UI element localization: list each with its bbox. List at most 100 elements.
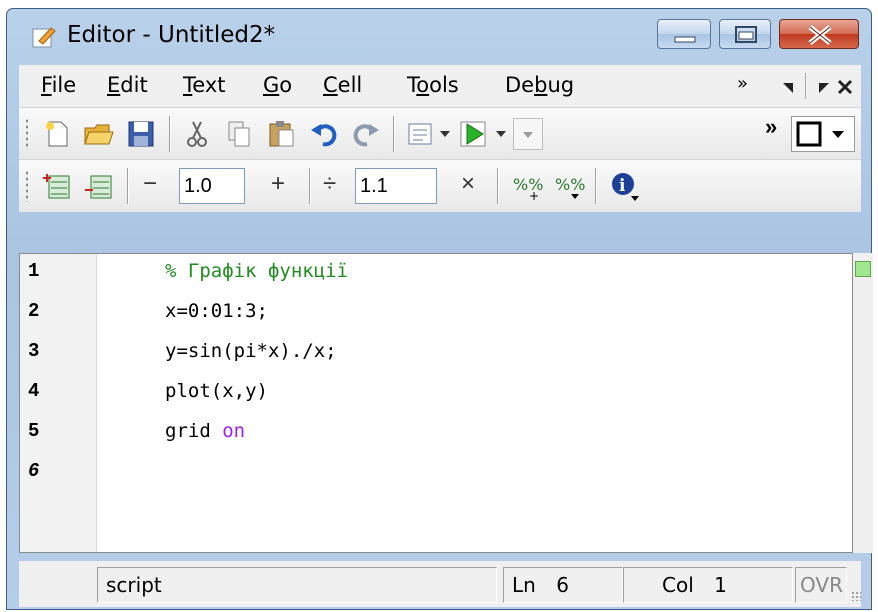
status-overwrite-mode: OVR bbox=[795, 567, 847, 603]
multiply-button[interactable]: × bbox=[461, 170, 475, 198]
status-column: Col 1 bbox=[623, 567, 793, 603]
line-number: 4 bbox=[28, 380, 40, 402]
decrement-value-field[interactable]: 1.0 bbox=[179, 168, 245, 204]
status-column-value: 1 bbox=[714, 573, 727, 597]
menu-edit[interactable]: Edit bbox=[107, 73, 148, 97]
status-line-value: 6 bbox=[556, 573, 569, 597]
close-button[interactable] bbox=[779, 19, 859, 49]
status-line-label: Ln bbox=[512, 573, 536, 597]
menu-debug[interactable]: Debug bbox=[505, 73, 574, 97]
toolbar-separator bbox=[497, 168, 498, 204]
open-folder-icon[interactable] bbox=[83, 118, 115, 150]
toolbar-separator bbox=[127, 168, 128, 204]
toolbar-overflow-button[interactable]: » bbox=[765, 114, 777, 140]
menu-file-label: ile bbox=[51, 73, 77, 97]
code-line[interactable]: grid on bbox=[165, 420, 245, 442]
line-number: 5 bbox=[28, 420, 40, 442]
menu-cell-mnemonic: C bbox=[323, 73, 338, 97]
menu-cell[interactable]: Cell bbox=[323, 73, 362, 97]
editor-doc-icon bbox=[32, 27, 56, 48]
decrement-percent-icon[interactable]: %% bbox=[553, 170, 585, 202]
status-column-label: Col bbox=[662, 573, 694, 597]
toolbar-grip[interactable] bbox=[25, 118, 29, 150]
toolbar-separator bbox=[309, 168, 310, 204]
save-icon[interactable] bbox=[125, 118, 157, 150]
menu-overflow-button[interactable]: » bbox=[737, 73, 748, 94]
status-bar: script Ln 6 Col 1 OVR bbox=[19, 561, 861, 607]
menu-text-mnemonic: T bbox=[183, 73, 193, 97]
dock-layout-dropdown[interactable] bbox=[791, 116, 855, 152]
code-line[interactable]: plot(x,y) bbox=[165, 380, 268, 402]
menu-separator bbox=[805, 73, 806, 99]
main-toolbar: » bbox=[19, 107, 861, 160]
line-number: 3 bbox=[28, 340, 40, 362]
menu-file[interactable]: File bbox=[41, 73, 76, 97]
increment-button[interactable]: + bbox=[271, 170, 285, 198]
code-keyword: on bbox=[222, 420, 246, 442]
toolbar-grip[interactable] bbox=[25, 170, 29, 202]
menu-debug-label-a: De bbox=[505, 73, 535, 97]
line-number: 6 bbox=[28, 460, 40, 482]
run-icon[interactable] bbox=[457, 118, 489, 150]
comment-icon[interactable] bbox=[405, 118, 437, 150]
code-analyzer-status-indicator[interactable] bbox=[855, 261, 871, 277]
menu-file-mnemonic: F bbox=[41, 73, 52, 97]
menu-tools-label-b: ols bbox=[429, 73, 459, 97]
code-line[interactable]: x=0:01:3; bbox=[165, 300, 268, 322]
paste-icon[interactable] bbox=[265, 118, 297, 150]
window-title: Editor - Untitled2* bbox=[67, 22, 276, 48]
title-bar[interactable]: Editor - Untitled2* bbox=[7, 9, 871, 63]
insert-cell-above-icon[interactable] bbox=[41, 170, 73, 202]
divide-value-field[interactable]: 1.1 bbox=[355, 168, 437, 204]
svg-text:+: + bbox=[529, 189, 539, 202]
toolbar-separator bbox=[169, 116, 170, 152]
toolbar-separator bbox=[595, 168, 596, 204]
info-icon[interactable]: i bbox=[609, 170, 641, 202]
new-file-icon[interactable] bbox=[41, 118, 73, 150]
menu-cell-label: ell bbox=[337, 73, 363, 97]
menu-go-mnemonic: G bbox=[263, 73, 280, 97]
svg-text:%%: %% bbox=[555, 175, 585, 194]
divide-button[interactable]: ÷ bbox=[323, 170, 336, 198]
menu-tools[interactable]: Tools bbox=[407, 73, 459, 97]
dropdown-arrow-icon[interactable] bbox=[439, 128, 451, 140]
menu-edit-mnemonic: E bbox=[107, 73, 121, 97]
menu-tools-label-a: T bbox=[407, 73, 417, 97]
increment-percent-icon[interactable]: %%+ bbox=[511, 170, 543, 202]
run-config-dropdown[interactable] bbox=[513, 118, 543, 150]
menu-bar: File Edit Text Go Cell Tools Debug » bbox=[19, 65, 861, 107]
redo-icon[interactable] bbox=[349, 118, 381, 150]
minimize-icon bbox=[674, 36, 696, 43]
line-number-gutter bbox=[20, 254, 97, 552]
cut-icon[interactable] bbox=[181, 118, 213, 150]
menu-edit-label: dit bbox=[120, 73, 148, 97]
minimize-button[interactable] bbox=[657, 19, 711, 49]
undo-icon[interactable] bbox=[309, 118, 341, 150]
undock-icon[interactable] bbox=[813, 77, 833, 97]
status-line: Ln 6 bbox=[503, 567, 623, 603]
menu-text-label: ext bbox=[192, 73, 226, 97]
close-panel-icon[interactable] bbox=[835, 77, 855, 97]
menu-go-label: o bbox=[279, 73, 293, 97]
svg-text:i: i bbox=[619, 176, 626, 196]
restore-button[interactable] bbox=[719, 19, 771, 49]
message-bar-strip bbox=[853, 253, 873, 553]
code-editor[interactable]: 1 2 3 4 5 6 % Графік функції x=0:01:3; y… bbox=[19, 253, 853, 553]
menu-debug-label-b: ug bbox=[547, 73, 575, 97]
copy-icon[interactable] bbox=[223, 118, 255, 150]
status-file-type: script bbox=[97, 567, 497, 603]
editor-window: Editor - Untitled2* File Edit Text Go Ce… bbox=[6, 8, 873, 610]
dock-box-icon bbox=[796, 121, 844, 147]
code-text: grid bbox=[165, 420, 223, 442]
insert-cell-below-icon[interactable] bbox=[83, 170, 115, 202]
menu-debug-mnemonic: b bbox=[534, 73, 548, 97]
dock-arrow-icon[interactable] bbox=[779, 77, 799, 97]
code-line-comment[interactable]: % Графік функції bbox=[165, 260, 348, 282]
menu-go[interactable]: Go bbox=[263, 73, 292, 97]
resize-grip[interactable] bbox=[851, 591, 861, 601]
dropdown-arrow-icon[interactable] bbox=[495, 128, 507, 140]
code-line[interactable]: y=sin(pi*x)./x; bbox=[165, 340, 337, 362]
chevron-down-icon bbox=[523, 132, 533, 138]
decrement-button[interactable]: − bbox=[143, 170, 157, 198]
menu-text[interactable]: Text bbox=[183, 73, 225, 97]
